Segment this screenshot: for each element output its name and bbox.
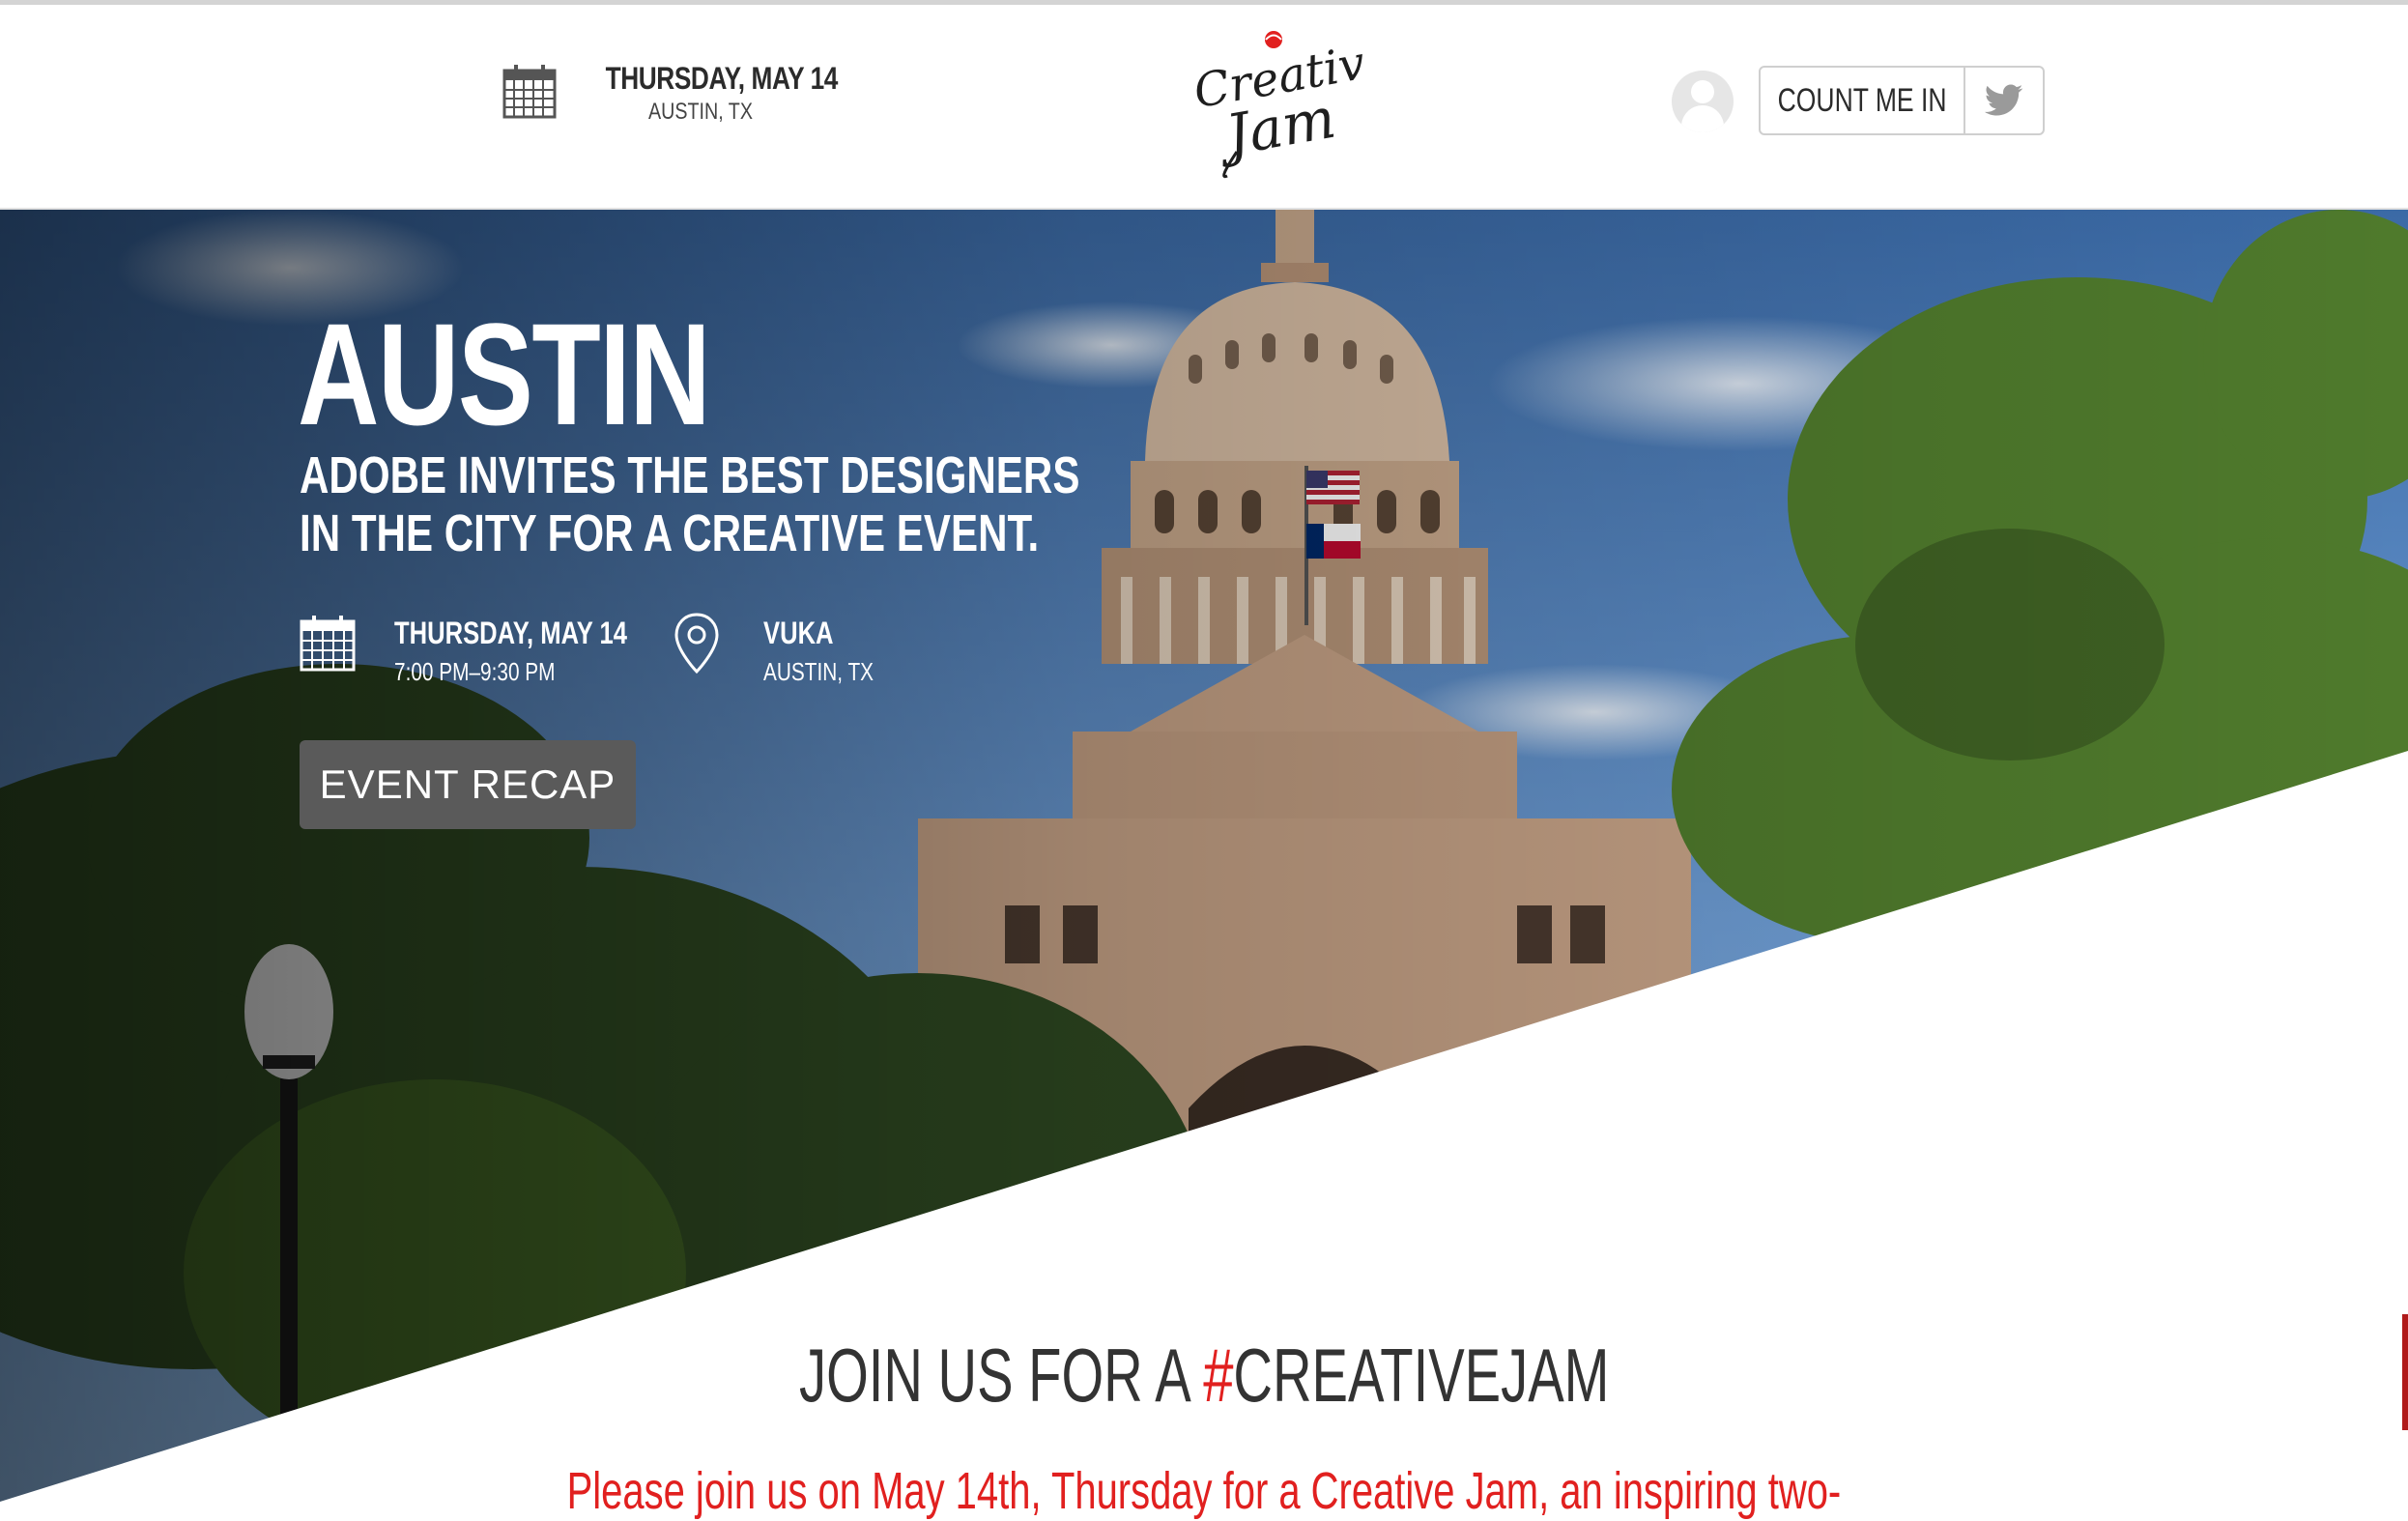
count-me-in-label: COUNT ME IN [1777, 81, 1947, 119]
hero-subtitle-line-1: ADOBE INVITES THE BEST DESIGNERS [300, 446, 1080, 504]
site-header: THURSDAY, MAY 14 AUSTIN, TX Creative Jam… [0, 5, 2408, 210]
twitter-icon [1985, 84, 2023, 116]
event-venue-city: AUSTIN, TX [763, 657, 874, 686]
header-event-info: THURSDAY, MAY 14 AUSTIN, TX [585, 61, 839, 126]
header-city: AUSTIN, TX [648, 99, 753, 125]
join-heading: JOIN US FOR A #CREATIVEJAM [0, 1332, 2408, 1420]
calendar-icon [502, 65, 557, 119]
event-date: THURSDAY, MAY 14 [394, 616, 627, 650]
event-datetime: THURSDAY, MAY 14 7:00 PM–9:30 PM [394, 616, 627, 687]
count-me-in-button[interactable]: COUNT ME IN [1761, 68, 1965, 133]
event-venue: VUKA [763, 616, 834, 650]
event-recap-button[interactable]: EVENT RECAP [300, 740, 636, 829]
event-time: 7:00 PM–9:30 PM [394, 657, 556, 686]
join-prefix: JOIN US FOR A [798, 1333, 1203, 1418]
hero-subtitle: ADOBE INVITES THE BEST DESIGNERS IN THE … [300, 446, 1079, 562]
location-pin-icon [674, 613, 719, 674]
hero-section: AUSTIN ADOBE INVITES THE BEST DESIGNERS … [0, 210, 2408, 1502]
event-location: VUKA AUSTIN, TX [763, 616, 874, 687]
join-suffix: CREATIVEJAM [1233, 1333, 1610, 1418]
hero-subtitle-line-2: IN THE CITY FOR A CREATIVE EVENT. [300, 504, 1040, 562]
calendar-icon [300, 616, 356, 672]
side-tab[interactable] [2402, 1314, 2408, 1430]
creative-jam-logo[interactable]: Creative Jam [1189, 26, 1362, 181]
intro-text: Please join us on May 14th, Thursday for… [566, 1462, 1842, 1520]
header-date: THURSDAY, MAY 14 [605, 61, 839, 96]
twitter-button[interactable] [1965, 68, 2043, 133]
count-me-in-button-group: COUNT ME IN [1759, 66, 2045, 135]
intro-paragraph: Please join us on May 14th, Thursday for… [0, 1461, 2408, 1521]
join-hash: # [1202, 1333, 1234, 1418]
user-avatar-icon[interactable] [1672, 71, 1734, 132]
hero-title: AUSTIN [298, 293, 711, 455]
